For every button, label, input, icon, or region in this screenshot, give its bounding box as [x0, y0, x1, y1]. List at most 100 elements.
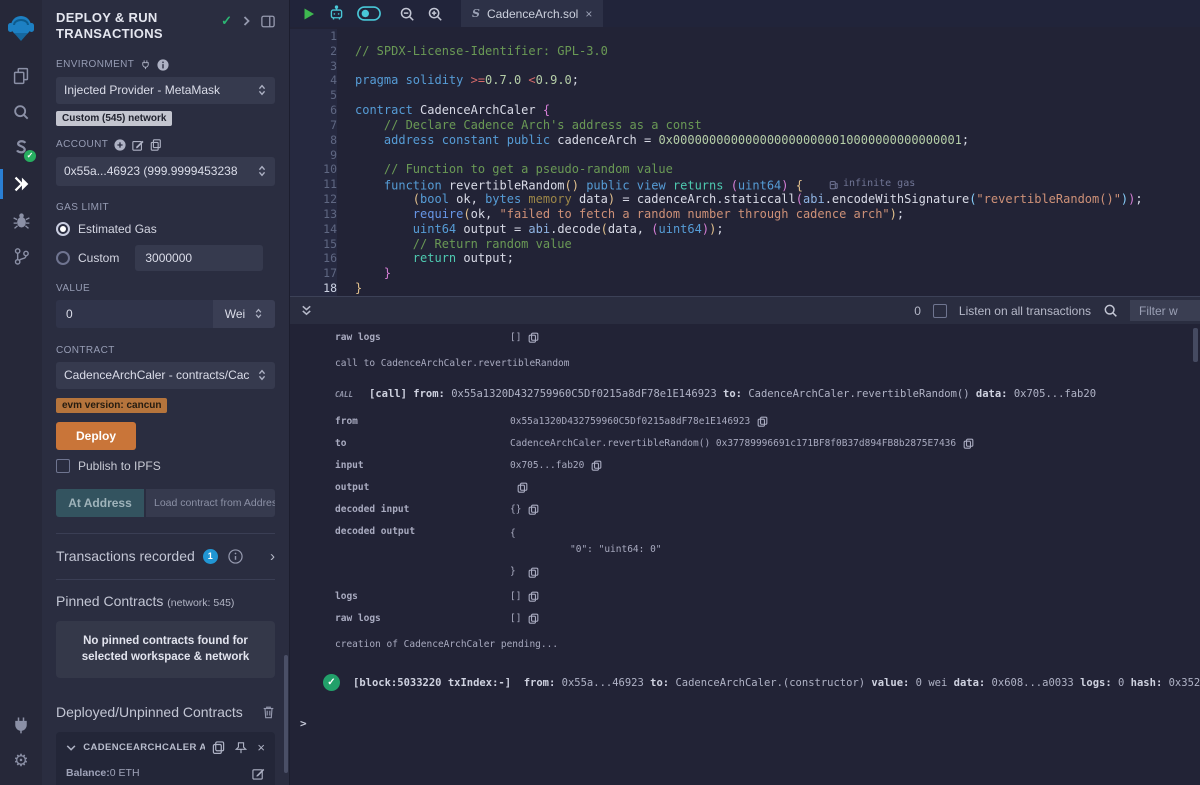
panel-scrollbar[interactable]	[284, 655, 288, 773]
line-number[interactable]: 16	[290, 251, 337, 266]
close-tab-icon[interactable]: ×	[585, 7, 592, 21]
git-icon[interactable]	[0, 238, 42, 274]
transactions-recorded-row[interactable]: Transactions recorded 1 ›	[56, 534, 275, 579]
line-number[interactable]: 5	[290, 88, 337, 103]
publish-ipfs-checkbox[interactable]: Publish to IPFS	[56, 459, 275, 473]
code-line[interactable]: 16 return output;	[290, 251, 1200, 266]
code-line[interactable]: 5	[290, 88, 1200, 103]
environment-select[interactable]: Injected Provider - MetaMask	[56, 77, 275, 104]
code-area[interactable]: 12// SPDX-License-Identifier: GPL-3.034p…	[290, 27, 1200, 296]
line-number[interactable]: 4	[290, 73, 337, 88]
tab-cadencearch-sol[interactable]: S CadenceArch.sol ×	[461, 0, 603, 27]
line-number[interactable]: 11	[290, 177, 337, 192]
copy-icon[interactable]	[963, 438, 974, 449]
ai-copilot-toggle[interactable]	[357, 6, 381, 21]
code-line[interactable]: 6contract CadenceArchCaler {	[290, 103, 1200, 118]
code-line[interactable]: 10 // Function to get a pseudo-random va…	[290, 162, 1200, 177]
at-address-input[interactable]: Load contract from Addres	[146, 489, 275, 517]
settings-icon[interactable]: ⚙	[0, 743, 42, 779]
line-number[interactable]: 15	[290, 237, 337, 252]
plugin-manager-icon[interactable]	[0, 707, 42, 743]
code-line[interactable]: 7 // Declare Cadence Arch's address as a…	[290, 118, 1200, 133]
tx-call-summary[interactable]: CALL[call] from: 0x55a1320D432759960C5Df…	[335, 388, 1200, 400]
account-select[interactable]: 0x55a...46923 (999.9999453238	[56, 157, 275, 186]
copy-icon[interactable]	[528, 504, 539, 515]
value-input[interactable]: 0	[56, 300, 213, 328]
info-icon[interactable]	[157, 59, 169, 71]
copy-icon[interactable]	[528, 613, 539, 624]
line-number[interactable]: 10	[290, 162, 337, 177]
ai-assistant-icon[interactable]	[328, 5, 345, 22]
line-number[interactable]: 9	[290, 148, 337, 163]
code-line[interactable]: 13 require(ok, "failed to fetch a random…	[290, 207, 1200, 222]
zoom-out-icon[interactable]	[399, 6, 415, 22]
code-line[interactable]: 3	[290, 59, 1200, 74]
debugger-icon[interactable]	[0, 202, 42, 238]
contract-select[interactable]: CadenceArchCaler - contracts/Cac	[56, 362, 275, 389]
line-number[interactable]: 6	[290, 103, 337, 118]
pin-contract-icon[interactable]	[235, 741, 247, 755]
copy-icon[interactable]	[528, 567, 539, 578]
custom-gas-input[interactable]: 3000000	[135, 245, 263, 271]
terminal-prompt[interactable]: >	[300, 717, 1200, 730]
info-icon[interactable]	[228, 549, 243, 564]
chevron-down-icon[interactable]	[66, 744, 76, 752]
add-account-icon[interactable]	[114, 139, 126, 151]
code-line[interactable]: 12 (bool ok, bytes memory data) = cadenc…	[290, 192, 1200, 207]
at-address-button[interactable]: At Address	[56, 489, 144, 517]
code-line[interactable]: 2// SPDX-License-Identifier: GPL-3.0	[290, 44, 1200, 59]
code-line[interactable]: 11 function revertibleRandom() public vi…	[290, 177, 1200, 192]
tx-success-summary[interactable]: ✓[block:5033220 txIndex:-] from: 0x55a..…	[323, 674, 1200, 691]
terminal-scrollbar[interactable]	[1193, 328, 1198, 362]
code-line[interactable]: 9	[290, 148, 1200, 163]
code-line[interactable]: 15 // Return random value	[290, 237, 1200, 252]
solidity-compiler-icon[interactable]: ✓	[0, 130, 42, 166]
deploy-run-icon[interactable]	[0, 166, 42, 202]
expand-terminal-icon[interactable]	[300, 304, 313, 317]
file-explorer-icon[interactable]	[0, 58, 42, 94]
close-icon[interactable]: ×	[257, 741, 265, 754]
line-number[interactable]: 14	[290, 222, 337, 237]
copy-icon[interactable]	[528, 591, 539, 602]
line-number[interactable]: 12	[290, 192, 337, 207]
custom-gas-radio[interactable]: Custom 3000000	[56, 245, 275, 271]
copy-icon[interactable]	[528, 332, 539, 343]
code-line[interactable]: 14 uint64 output = abi.decode(data, (uin…	[290, 222, 1200, 237]
code-line[interactable]: 8 address constant public cadenceArch = …	[290, 133, 1200, 148]
code-line[interactable]: 4pragma solidity >=0.7.0 <0.9.0;	[290, 73, 1200, 88]
balance-value: 0 ETH	[110, 767, 140, 779]
line-number[interactable]: 1	[290, 29, 337, 44]
chevron-right-icon[interactable]: ›	[270, 548, 275, 565]
plug-icon[interactable]	[140, 59, 151, 70]
line-number[interactable]: 17	[290, 266, 337, 281]
sign-message-icon[interactable]	[132, 139, 144, 151]
copy-icon[interactable]	[757, 416, 768, 427]
remix-logo[interactable]	[0, 6, 42, 50]
value-unit-select[interactable]: Wei	[213, 300, 275, 328]
copy-icon[interactable]	[212, 741, 225, 754]
search-transactions-icon[interactable]	[1103, 303, 1118, 318]
line-number[interactable]: 13	[290, 207, 337, 222]
line-number[interactable]: 18	[290, 281, 337, 296]
edit-balance-icon[interactable]	[252, 767, 265, 780]
trash-icon[interactable]	[262, 705, 275, 719]
code-line[interactable]: 1	[290, 29, 1200, 44]
line-number[interactable]: 2	[290, 44, 337, 59]
copy-account-icon[interactable]	[150, 139, 162, 151]
search-icon[interactable]	[0, 94, 42, 130]
listen-checkbox[interactable]	[933, 304, 947, 318]
filter-input[interactable]: Filter w	[1130, 300, 1200, 321]
copy-icon[interactable]	[517, 482, 528, 493]
estimated-gas-radio[interactable]: Estimated Gas	[56, 222, 275, 236]
pin-panel-icon[interactable]	[261, 15, 275, 28]
zoom-in-icon[interactable]	[427, 6, 443, 22]
collapse-panel-icon[interactable]	[242, 15, 251, 27]
deploy-button[interactable]: Deploy	[56, 422, 136, 450]
line-number[interactable]: 8	[290, 133, 337, 148]
code-line[interactable]: 18}	[290, 281, 1200, 296]
run-script-button[interactable]	[302, 7, 316, 21]
line-number[interactable]: 7	[290, 118, 337, 133]
code-line[interactable]: 17 }	[290, 266, 1200, 281]
line-number[interactable]: 3	[290, 59, 337, 74]
copy-icon[interactable]	[591, 460, 602, 471]
